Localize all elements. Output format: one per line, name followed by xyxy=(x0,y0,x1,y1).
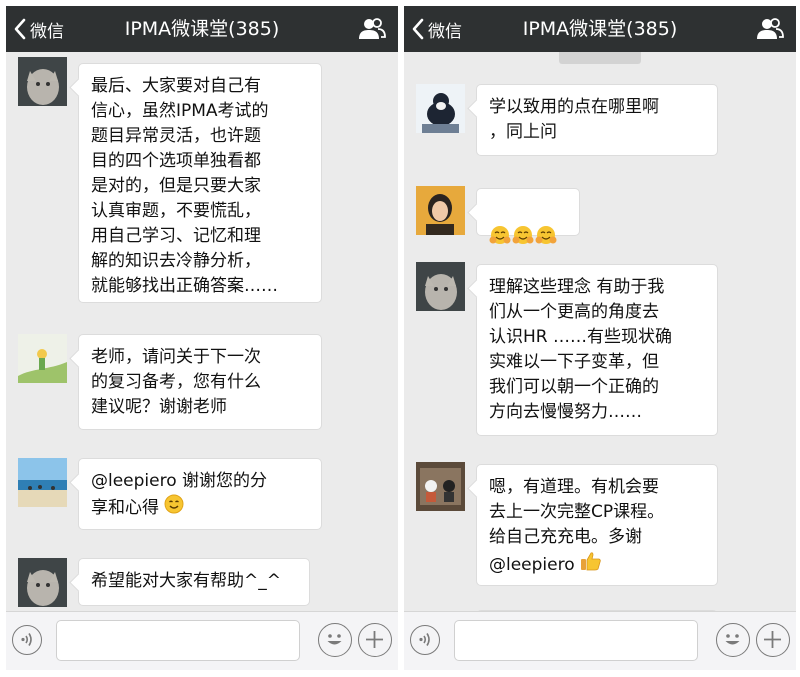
chat-title: IPMA微课堂(385) xyxy=(124,18,280,40)
voice-button[interactable] xyxy=(12,625,42,655)
more-button[interactable] xyxy=(756,623,790,657)
message-bubble[interactable]: 希望能对大家有帮助^_^ xyxy=(78,558,310,606)
voice-icon xyxy=(419,633,430,646)
voice-icon xyxy=(21,633,32,646)
message-text: 嗯，有道理。有机会要 去上一次完整CP课程。 给自己充充电。多谢 @leepie… xyxy=(489,477,665,575)
chevron-left-icon xyxy=(412,18,424,40)
thumbs-up-emoji-icon xyxy=(580,550,602,580)
avatar[interactable] xyxy=(416,262,465,311)
input-toolbar xyxy=(6,611,398,670)
message-input[interactable] xyxy=(454,620,698,661)
message-bubble[interactable]: @leepiero 谢谢您的分 享和心得 xyxy=(78,458,322,530)
message-bubble[interactable]: 学以致用的点在哪里啊 ，同上问 xyxy=(476,84,718,156)
message-input[interactable] xyxy=(56,620,300,661)
hugging-face-emoji-icon xyxy=(489,224,559,254)
chat-window-right: 微信 IPMA微课堂(385) 学以致用的点在哪里啊 ，同上问 理解这些理念 有… xyxy=(404,6,796,670)
navigation-bar: 微信 IPMA微课堂(385) xyxy=(404,6,796,52)
message-bubble[interactable]: 嗯，有道理。有机会要 去上一次完整CP课程。 给自己充充电。多谢 @leepie… xyxy=(476,464,718,586)
navigation-bar: 微信 IPMA微课堂(385) xyxy=(6,6,398,52)
message-bubble[interactable]: 理解这些理念 有助于我 们从一个更高的角度去 认识HR ……有些现状确 实难以一… xyxy=(476,264,718,436)
avatar[interactable] xyxy=(18,558,67,607)
message-list[interactable]: 最后、大家要对自己有 信心，虽然IPMA考试的 题目异常灵活，也许题 目的四个选… xyxy=(6,52,398,612)
avatar[interactable] xyxy=(18,57,67,106)
back-label: 微信 xyxy=(30,21,64,42)
message-bubble[interactable]: 最后、大家要对自己有 信心，虽然IPMA考试的 题目异常灵活，也许题 目的四个选… xyxy=(78,63,322,303)
smiley-icon xyxy=(327,634,342,645)
emoji-button[interactable] xyxy=(318,623,352,657)
group-people-icon[interactable] xyxy=(756,17,784,41)
timestamp-pill xyxy=(559,52,641,64)
input-toolbar xyxy=(404,611,796,670)
back-button[interactable]: 微信 xyxy=(412,6,462,52)
avatar[interactable] xyxy=(416,462,465,511)
group-people-icon[interactable] xyxy=(358,17,386,41)
voice-button[interactable] xyxy=(410,625,440,655)
avatar[interactable] xyxy=(416,186,465,235)
plus-icon xyxy=(366,631,383,648)
chat-title: IPMA微课堂(385) xyxy=(522,18,678,40)
smiling-face-emoji-icon xyxy=(164,494,184,522)
smiley-icon xyxy=(725,634,740,645)
chevron-left-icon xyxy=(14,18,26,40)
plus-icon xyxy=(764,631,781,648)
back-label: 微信 xyxy=(428,21,462,42)
avatar[interactable] xyxy=(416,84,465,133)
avatar[interactable] xyxy=(18,458,67,507)
chat-window-left: 微信 IPMA微课堂(385) 最后、大家要对自己有 信心，虽然IPMA考试的 … xyxy=(6,6,398,670)
message-list[interactable]: 学以致用的点在哪里啊 ，同上问 理解这些理念 有助于我 们从一个更高的角度去 认… xyxy=(404,52,796,612)
back-button[interactable]: 微信 xyxy=(14,6,64,52)
message-bubble[interactable]: 老师，请问关于下一次 的复习备考，您有什么 建议呢？谢谢老师 xyxy=(78,334,322,430)
avatar[interactable] xyxy=(18,334,67,383)
emoji-button[interactable] xyxy=(716,623,750,657)
more-button[interactable] xyxy=(358,623,392,657)
message-bubble[interactable] xyxy=(476,188,580,244)
